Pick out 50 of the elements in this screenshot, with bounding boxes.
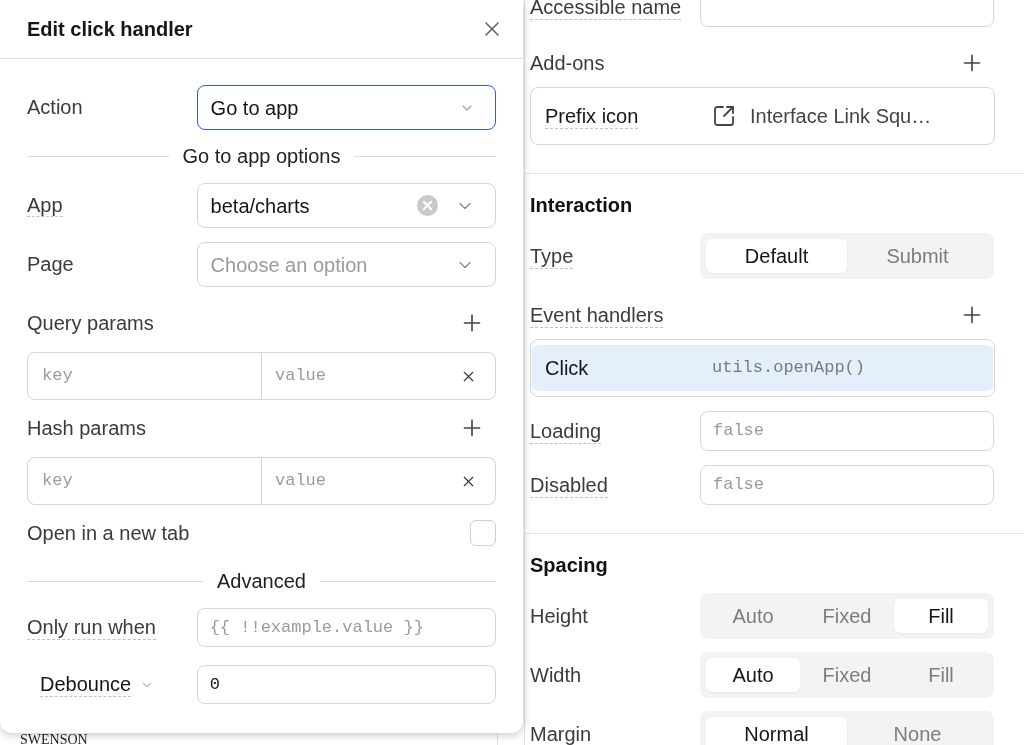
segment-option[interactable]: Auto: [706, 599, 800, 633]
dialog-title: Edit click handler: [27, 17, 193, 42]
canvas-heading: SWENSON: [20, 734, 88, 745]
checkbox-label: Open in a new tab: [27, 521, 190, 546]
field-label: Only run when: [27, 615, 156, 640]
section-label: Query params: [27, 311, 154, 336]
select-field[interactable]: Choose an option: [196, 242, 496, 287]
field-label: Prefix icon: [545, 103, 639, 129]
select-field[interactable]: beta/charts: [196, 183, 496, 228]
text-input[interactable]: false: [700, 465, 994, 505]
field-label: Type: [530, 243, 574, 269]
divider-label: Advanced: [217, 569, 306, 594]
external-link-icon: [712, 104, 736, 128]
field-label: Height: [530, 603, 588, 629]
text-input[interactable]: {{ !!example.value }}: [196, 608, 496, 647]
segment-option[interactable]: None: [847, 717, 988, 745]
field-label: Event handlers: [530, 302, 664, 328]
field-label: Disabled: [530, 472, 608, 498]
field-label: Margin: [530, 721, 592, 745]
segment-option[interactable]: Default: [706, 239, 847, 273]
field-label: Loading: [530, 418, 602, 444]
value-field[interactable]: value: [262, 352, 496, 400]
field-label: Add-ons: [530, 50, 605, 76]
section-label: Hash params: [27, 416, 146, 441]
handler-code: utils.openApp(): [712, 357, 866, 380]
field-label: Click: [545, 355, 589, 381]
select-field[interactable]: Go to app: [196, 85, 496, 130]
key-field[interactable]: key: [27, 457, 262, 505]
segment-option[interactable]: Auto: [706, 658, 800, 692]
divider-label: Go to app options: [182, 144, 341, 169]
item-value: Interface Link Squ…: [750, 104, 932, 129]
section-title: Interaction: [530, 193, 634, 217]
label-dropdown[interactable]: Debounce: [40, 672, 155, 697]
list-item[interactable]: Click utils.openApp(): [532, 345, 993, 391]
segment-option[interactable]: Fill: [894, 599, 988, 633]
segment-option[interactable]: Fill: [894, 658, 988, 692]
segment-option[interactable]: Submit: [847, 239, 988, 273]
text-input[interactable]: 0: [196, 665, 496, 704]
segment-option[interactable]: Normal: [706, 717, 847, 745]
segment-option[interactable]: Fixed: [800, 658, 894, 692]
field-label: Action: [27, 95, 83, 119]
field-label: App: [27, 193, 63, 217]
value-field[interactable]: value: [262, 457, 496, 505]
section-title: Spacing: [530, 553, 609, 577]
checkbox[interactable]: [470, 520, 496, 546]
text-input[interactable]: false: [700, 411, 994, 451]
segment-option[interactable]: Fixed: [800, 599, 894, 633]
key-field[interactable]: key: [27, 352, 262, 400]
field-label: Page: [27, 252, 74, 276]
field-label: Width: [530, 662, 582, 688]
